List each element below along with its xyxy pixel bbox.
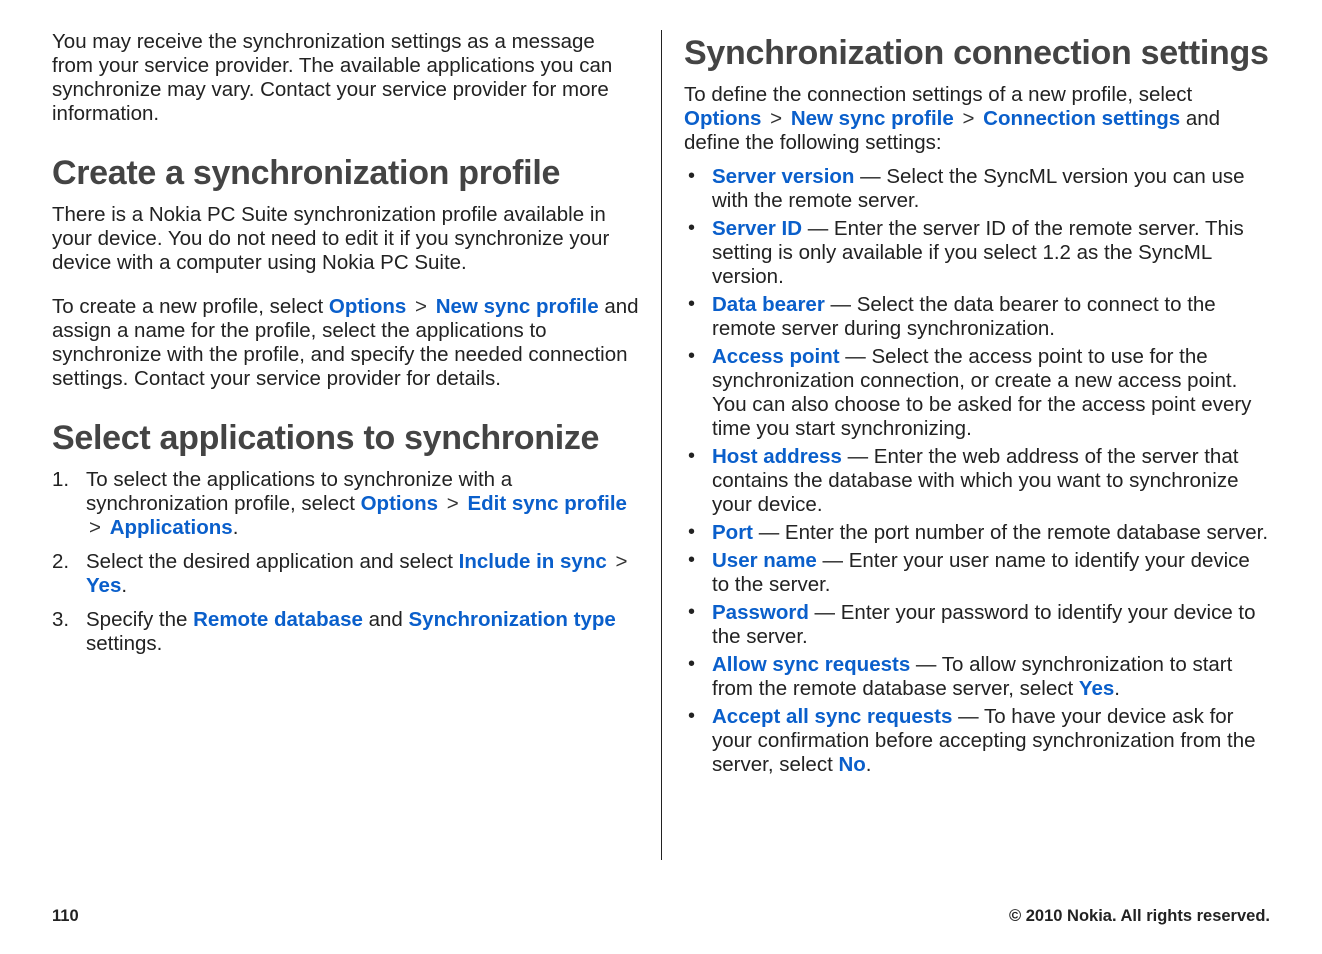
page-footer: 110 © 2010 Nokia. All rights reserved. bbox=[52, 907, 1270, 926]
menu-new-sync-profile: New sync profile bbox=[436, 295, 599, 318]
step-3: Specify the Remote database and Synchron… bbox=[52, 608, 639, 656]
text: settings. bbox=[86, 632, 162, 655]
caret-icon: > bbox=[612, 550, 630, 573]
intro-paragraph: You may receive the synchronization sett… bbox=[52, 30, 639, 126]
heading-create-profile: Create a synchronization profile bbox=[52, 154, 639, 193]
label: Port bbox=[712, 521, 753, 544]
step-2: Select the desired application and selec… bbox=[52, 550, 639, 598]
setting-allow-sync-requests: Allow sync requests — To allow synchroni… bbox=[684, 653, 1270, 701]
heading-connection-settings: Synchronization connection settings bbox=[684, 34, 1270, 73]
label: Allow sync requests bbox=[712, 653, 910, 676]
label: Server version bbox=[712, 165, 854, 188]
label: Access point bbox=[712, 345, 840, 368]
setting-port: Port — Enter the port number of the remo… bbox=[684, 521, 1270, 545]
text: To define the connection settings of a n… bbox=[684, 83, 1192, 106]
setting-host-address: Host address — Enter the web address of … bbox=[684, 445, 1270, 517]
setting-data-bearer: Data bearer — Select the data bearer to … bbox=[684, 293, 1270, 341]
settings-list: Server version — Select the SyncML versi… bbox=[684, 165, 1270, 777]
text: . bbox=[121, 574, 127, 597]
menu-applications: Applications bbox=[110, 516, 233, 539]
label: Host address bbox=[712, 445, 842, 468]
caret-icon: > bbox=[412, 295, 430, 318]
menu-include-in-sync: Include in sync bbox=[459, 550, 607, 573]
menu-remote-database: Remote database bbox=[193, 608, 363, 631]
label: User name bbox=[712, 549, 817, 572]
desc: . bbox=[1114, 677, 1120, 700]
create-paragraph-2: To create a new profile, select Options … bbox=[52, 295, 639, 391]
caret-icon: > bbox=[959, 107, 977, 130]
step-1: To select the applications to synchroniz… bbox=[52, 468, 639, 540]
menu-connection-settings: Connection settings bbox=[983, 107, 1180, 130]
setting-accept-all-sync-requests: Accept all sync requests — To have your … bbox=[684, 705, 1270, 777]
caret-icon: > bbox=[444, 492, 462, 515]
menu-new-sync-profile: New sync profile bbox=[791, 107, 954, 130]
steps-list: To select the applications to synchroniz… bbox=[52, 468, 639, 656]
label: Accept all sync requests bbox=[712, 705, 952, 728]
text: and bbox=[363, 608, 409, 631]
text: To create a new profile, select bbox=[52, 295, 329, 318]
setting-access-point: Access point — Select the access point t… bbox=[684, 345, 1270, 441]
menu-yes: Yes bbox=[1079, 677, 1114, 700]
heading-select-apps: Select applications to synchronize bbox=[52, 419, 639, 458]
desc: — Enter the port number of the remote da… bbox=[753, 521, 1268, 544]
conn-intro: To define the connection settings of a n… bbox=[684, 83, 1270, 155]
menu-options: Options bbox=[684, 107, 761, 130]
right-column: Synchronization connection settings To d… bbox=[661, 30, 1270, 860]
label: Server ID bbox=[712, 217, 802, 240]
caret-icon: > bbox=[86, 516, 104, 539]
menu-sync-type: Synchronization type bbox=[409, 608, 616, 631]
menu-no: No bbox=[838, 753, 865, 776]
create-paragraph-1: There is a Nokia PC Suite synchronizatio… bbox=[52, 203, 639, 275]
text: Select the desired application and selec… bbox=[86, 550, 459, 573]
text: . bbox=[233, 516, 239, 539]
setting-server-id: Server ID — Enter the server ID of the r… bbox=[684, 217, 1270, 289]
setting-password: Password — Enter your password to identi… bbox=[684, 601, 1270, 649]
desc: . bbox=[866, 753, 872, 776]
menu-options: Options bbox=[361, 492, 438, 515]
setting-user-name: User name — Enter your user name to iden… bbox=[684, 549, 1270, 597]
menu-yes: Yes bbox=[86, 574, 121, 597]
menu-options: Options bbox=[329, 295, 406, 318]
left-column: You may receive the synchronization sett… bbox=[52, 30, 661, 860]
setting-server-version: Server version — Select the SyncML versi… bbox=[684, 165, 1270, 213]
text: Specify the bbox=[86, 608, 193, 631]
copyright-text: © 2010 Nokia. All rights reserved. bbox=[1009, 907, 1270, 926]
menu-edit-sync-profile: Edit sync profile bbox=[467, 492, 626, 515]
label: Password bbox=[712, 601, 809, 624]
label: Data bearer bbox=[712, 293, 825, 316]
page-number: 110 bbox=[52, 907, 79, 926]
page-body: You may receive the synchronization sett… bbox=[0, 0, 1322, 860]
caret-icon: > bbox=[767, 107, 785, 130]
